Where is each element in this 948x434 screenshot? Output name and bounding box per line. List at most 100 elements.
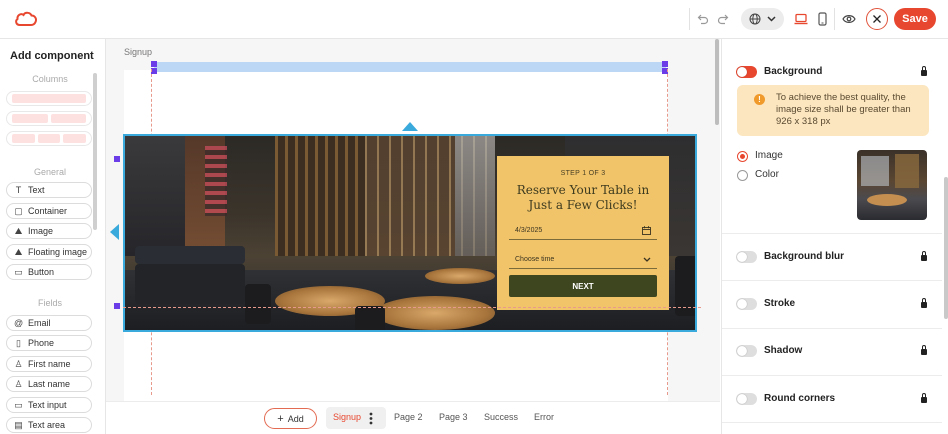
divider (722, 375, 942, 376)
field-email[interactable]: @ Email (6, 315, 92, 331)
photo-table (425, 268, 495, 284)
component-label: Container (28, 206, 68, 216)
photo-chair (245, 284, 271, 324)
fields-section-label: Fields (37, 298, 62, 308)
resize-handle[interactable] (114, 156, 120, 162)
component-floating-image[interactable]: ⛰ Floating image (6, 244, 92, 260)
person-icon: ♙ (14, 378, 23, 389)
field-text-area[interactable]: ▤ Text area (6, 417, 92, 433)
close-icon (873, 15, 881, 23)
field-label: Phone (28, 338, 55, 348)
field-label: Text area (28, 420, 66, 430)
add-page-label: Add (287, 413, 304, 424)
background-blur-label: Background blur (764, 251, 845, 262)
close-button[interactable] (866, 8, 888, 30)
field-text-input[interactable]: ▭ Text input (6, 397, 92, 413)
more-vertical-icon[interactable] (369, 412, 373, 425)
right-panel-scrollbar[interactable] (944, 177, 948, 319)
round-corners-label: Round corners (764, 393, 836, 404)
language-selector[interactable] (741, 8, 784, 30)
guide-line (123, 307, 701, 308)
photo-slats (275, 136, 365, 256)
field-last-name[interactable]: ♙ Last name (6, 376, 92, 392)
field-first-name[interactable]: ♙ First name (6, 356, 92, 372)
field-label: Email (28, 318, 51, 328)
date-field[interactable]: 4/3/2025 (509, 222, 657, 240)
page-tab-page-2[interactable]: Page 2 (394, 412, 423, 422)
thumb-window (861, 156, 889, 186)
component-label: Image (28, 226, 54, 236)
stroke-toggle[interactable] (736, 298, 757, 310)
form-title: Reserve Your Table in Just a Few Clicks! (516, 183, 650, 212)
divider (722, 233, 942, 234)
text-input-icon: ▭ (14, 399, 23, 410)
photo-table (375, 296, 495, 330)
toolbar-divider (834, 8, 835, 30)
divider (722, 422, 942, 423)
photo-bench (135, 264, 245, 304)
component-text[interactable]: T Text (6, 182, 92, 198)
canvas-scrollbar[interactable] (715, 39, 719, 125)
globe-icon (749, 13, 761, 25)
undo-icon[interactable] (696, 9, 710, 29)
hero-section[interactable]: STEP 1 OF 3 Reserve Your Table in Just a… (123, 134, 697, 332)
component-container[interactable]: ▢ Container (6, 203, 92, 219)
background-toggle[interactable] (736, 66, 757, 78)
field-phone[interactable]: ▯ Phone (6, 335, 92, 351)
chevron-down-icon (643, 257, 651, 262)
component-image[interactable]: ⛰ Image (6, 223, 92, 239)
image-radio[interactable] (737, 151, 748, 162)
properties-panel: Background ! To achieve the best quality… (721, 39, 948, 434)
next-button[interactable]: NEXT (509, 275, 657, 297)
laptop-icon[interactable] (793, 9, 809, 29)
floating-image-icon: ⛰ (14, 246, 23, 257)
background-image-thumbnail[interactable] (857, 150, 927, 220)
lock-icon (921, 66, 927, 76)
top-drop-zone[interactable] (154, 62, 666, 72)
button-icon: ▭ (14, 266, 23, 277)
form-step-indicator: STEP 1 OF 3 (560, 170, 606, 177)
warning-text: To achieve the best quality, the image s… (776, 92, 911, 127)
save-button[interactable]: Save (894, 8, 936, 30)
resize-handle[interactable] (151, 61, 157, 67)
container-icon: ▢ (14, 205, 23, 216)
lock-icon (921, 393, 927, 403)
panel-title: Add component (10, 50, 94, 62)
page-name-label: Signup (124, 47, 153, 57)
page-tab-signup[interactable]: Signup (333, 412, 361, 422)
resize-handle[interactable] (114, 303, 120, 309)
redo-icon[interactable] (716, 9, 730, 29)
photo-wine-rack (205, 146, 227, 216)
color-radio[interactable] (737, 170, 748, 181)
left-panel-scrollbar[interactable] (93, 73, 97, 230)
column-layout-2[interactable] (6, 111, 92, 126)
chevron-down-icon (767, 16, 776, 22)
page-tab-page-3[interactable]: Page 3 (439, 412, 468, 422)
time-select[interactable]: Choose time (509, 251, 657, 269)
text-area-icon: ▤ (14, 419, 23, 430)
resize-handle[interactable] (662, 61, 668, 67)
reservation-form-card[interactable]: STEP 1 OF 3 Reserve Your Table in Just a… (497, 156, 669, 310)
move-up-handle-icon[interactable] (402, 122, 418, 131)
calendar-icon[interactable] (642, 226, 651, 235)
column-layout-1[interactable] (6, 91, 92, 106)
background-blur-toggle[interactable] (736, 251, 757, 263)
general-section-label: General (33, 167, 67, 177)
image-icon: ⛰ (14, 225, 23, 236)
mobile-icon[interactable] (815, 9, 829, 29)
toolbar-divider (689, 8, 690, 30)
date-value: 4/3/2025 (515, 227, 543, 234)
field-label: Text input (28, 400, 67, 410)
page-tab-success[interactable]: Success (484, 412, 518, 422)
eye-icon[interactable] (841, 9, 857, 29)
round-corners-toggle[interactable] (736, 393, 757, 405)
move-left-handle-icon[interactable] (110, 224, 119, 240)
page-tab-error[interactable]: Error (534, 412, 554, 422)
column-layout-3[interactable] (6, 131, 92, 146)
add-page-button[interactable]: + Add (264, 408, 317, 429)
image-size-warning: ! To achieve the best quality, the image… (737, 85, 929, 136)
component-button[interactable]: ▭ Button (6, 264, 92, 280)
brand-logo-icon[interactable] (14, 10, 38, 28)
editor-canvas[interactable]: Signup STEP 1 OF 3 Reserve Your Table in… (106, 39, 720, 401)
shadow-toggle[interactable] (736, 345, 757, 357)
